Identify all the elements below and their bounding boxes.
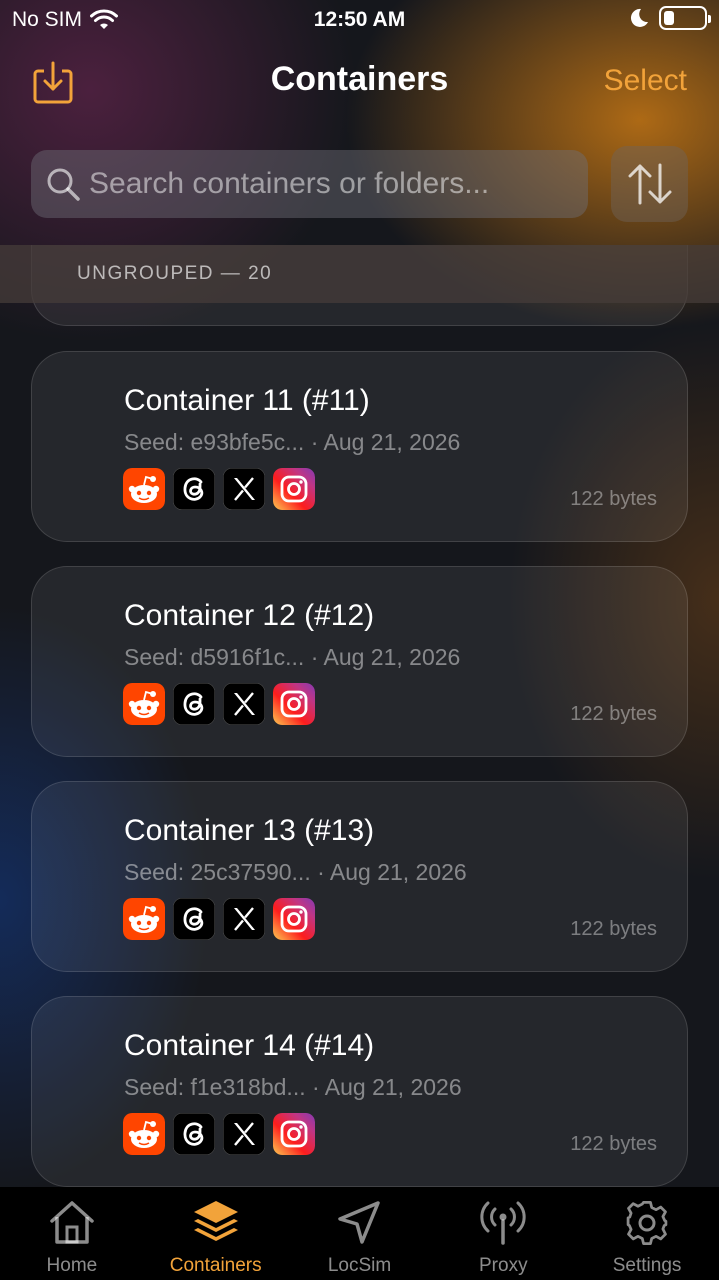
select-button[interactable]: Select xyxy=(604,64,687,98)
container-meta: Seed: e93bfe5c... · Aug 21, 2026 xyxy=(124,429,461,455)
container-size: 122 bytes xyxy=(570,488,657,510)
tab-settings[interactable]: Settings xyxy=(575,1187,719,1280)
threads-icon xyxy=(173,683,215,725)
x-icon xyxy=(223,1113,265,1155)
section-label: UNGROUPED — 20 xyxy=(77,263,273,284)
container-card[interactable]: Container 12 (#12) Seed: d5916f1c... · A… xyxy=(31,566,688,757)
tab-label: Proxy xyxy=(479,1255,528,1276)
search-input[interactable] xyxy=(89,150,569,218)
container-card[interactable]: Container 11 (#11) Seed: e93bfe5c... · A… xyxy=(31,351,688,542)
tab-bar: Home Containers LocSim Proxy Settings xyxy=(0,1187,719,1280)
container-title: Container 11 (#11) xyxy=(124,384,370,417)
container-meta: Seed: f1e318bd... · Aug 21, 2026 xyxy=(124,1074,462,1100)
container-card[interactable]: Container 14 (#14) Seed: f1e318bd... · A… xyxy=(31,996,688,1187)
search-box[interactable] xyxy=(31,150,588,218)
container-list[interactable]: UNGROUPED — 20 Container 11 (#11) Seed: … xyxy=(0,245,719,1187)
location-arrow-icon xyxy=(338,1201,381,1244)
container-title: Container 12 (#12) xyxy=(124,599,375,632)
container-meta: Seed: d5916f1c... · Aug 21, 2026 xyxy=(124,644,461,670)
container-title: Container 14 (#14) xyxy=(124,1029,375,1062)
container-meta: Seed: 25c37590... · Aug 21, 2026 xyxy=(124,859,467,885)
tab-home[interactable]: Home xyxy=(0,1187,144,1280)
antenna-icon xyxy=(480,1201,526,1245)
threads-icon xyxy=(173,1113,215,1155)
house-icon xyxy=(50,1201,94,1244)
container-size: 122 bytes xyxy=(570,918,657,940)
reddit-icon xyxy=(123,468,165,510)
tab-proxy[interactable]: Proxy xyxy=(431,1187,575,1280)
instagram-icon xyxy=(273,683,315,725)
app-icons xyxy=(123,898,315,940)
container-card[interactable]: Container 13 (#13) Seed: 25c37590... · A… xyxy=(31,781,688,972)
tab-label: Home xyxy=(46,1255,98,1276)
x-icon xyxy=(223,683,265,725)
section-header: UNGROUPED — 20 xyxy=(0,245,719,303)
app-icons xyxy=(123,1113,315,1155)
sort-arrows-icon xyxy=(628,163,671,205)
gear-icon xyxy=(626,1200,668,1246)
app-icons xyxy=(123,683,315,725)
battery-icon xyxy=(659,6,711,30)
sort-button[interactable] xyxy=(611,146,688,222)
app-icons xyxy=(123,468,315,510)
status-right xyxy=(629,6,711,30)
stack-icon xyxy=(193,1201,238,1241)
status-time: 12:50 AM xyxy=(313,8,406,31)
moon-icon xyxy=(630,8,648,27)
tab-locsim[interactable]: LocSim xyxy=(288,1187,432,1280)
container-size: 122 bytes xyxy=(570,703,657,725)
tab-label: Settings xyxy=(612,1255,682,1276)
threads-icon xyxy=(173,468,215,510)
tab-label: Containers xyxy=(169,1255,262,1276)
instagram-icon xyxy=(273,1113,315,1155)
reddit-icon xyxy=(123,683,165,725)
search-icon xyxy=(47,168,80,201)
tab-containers[interactable]: Containers xyxy=(144,1187,288,1280)
nav-header: Containers Select xyxy=(0,52,719,112)
x-icon xyxy=(223,898,265,940)
status-bar: No SIM 12:50 AM xyxy=(0,0,719,40)
reddit-icon xyxy=(123,898,165,940)
reddit-icon xyxy=(123,1113,165,1155)
x-icon xyxy=(223,468,265,510)
instagram-icon xyxy=(273,468,315,510)
container-size: 122 bytes xyxy=(570,1133,657,1155)
instagram-icon xyxy=(273,898,315,940)
threads-icon xyxy=(173,898,215,940)
container-title: Container 13 (#13) xyxy=(124,814,375,847)
tab-label: LocSim xyxy=(327,1255,392,1276)
